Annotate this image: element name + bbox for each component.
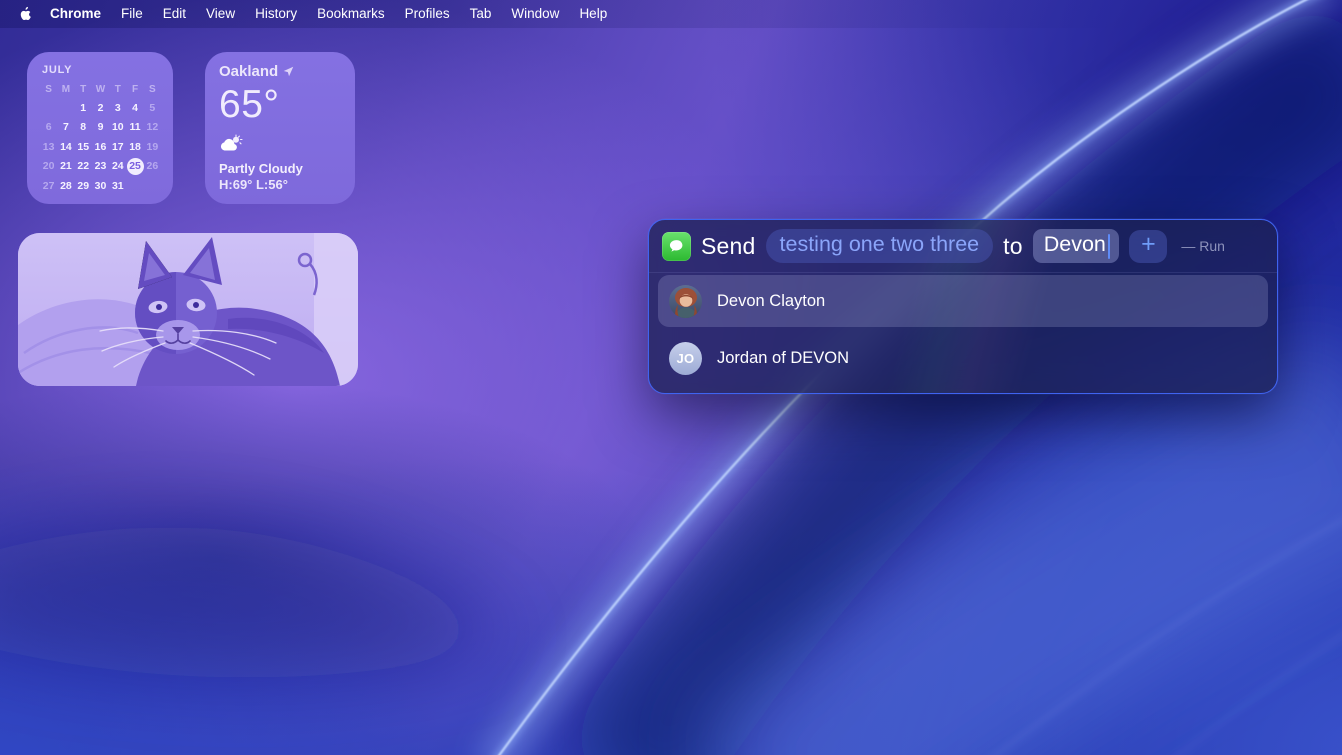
calendar-day: 11 [126,119,143,136]
calendar-day: 6 [40,119,57,136]
menu-item-window[interactable]: Window [501,0,569,28]
weather-condition: Partly Cloudy [219,161,342,176]
calendar-day: 12 [144,119,161,136]
calendar-day: 25 [127,158,144,175]
calendar-day: 29 [75,177,92,194]
menu-item-view[interactable]: View [196,0,245,28]
calendar-day: 19 [144,138,161,155]
menu-app-name[interactable]: Chrome [40,0,111,28]
calendar-day: 20 [40,158,57,175]
menu-item-file[interactable]: File [111,0,153,28]
connector-label: to [1003,233,1023,260]
suggestion-row-devon-clayton[interactable]: Devon Clayton [658,275,1268,327]
calendar-day: 13 [40,138,57,155]
apple-menu-icon[interactable] [10,6,40,22]
calendar-day: 31 [109,177,126,194]
calendar-day: 14 [57,138,74,155]
weather-widget[interactable]: Oakland 65° Partly Cloudy H:69° L:56° [205,52,355,204]
calendar-day: 3 [109,99,126,116]
calendar-day: 2 [92,99,109,116]
calendar-weekday-row: SMTWTFS [40,82,161,97]
menu-item-history[interactable]: History [245,0,307,28]
calendar-day: 26 [144,158,161,175]
calendar-day: 21 [57,158,74,175]
partly-cloudy-icon [219,134,342,158]
calendar-day: 23 [92,158,109,175]
shortcut-panel: Send testing one two three to Devon + — … [648,219,1278,394]
run-hint: — Run [1181,238,1225,254]
menu-item-edit[interactable]: Edit [153,0,196,28]
recipient-input[interactable]: Devon [1033,229,1120,263]
contact-avatar-initials: JO [669,342,702,375]
calendar-weekday-label: T [109,82,126,97]
calendar-weekday-label: S [144,82,161,97]
calendar-weekday-label: S [40,82,57,97]
calendar-day: 7 [57,119,74,136]
calendar-day-empty [126,177,143,194]
cat-photo [18,233,358,386]
calendar-weekday-label: W [92,82,109,97]
calendar-day: 17 [109,138,126,155]
calendar-day: 28 [57,177,74,194]
menu-item-bookmarks[interactable]: Bookmarks [307,0,395,28]
suggestion-list: Devon Clayton JO Jordan of DEVON [658,275,1268,383]
command-row: Send testing one two three to Devon + — … [649,220,1277,272]
weather-temperature: 65° [219,83,342,127]
calendar-day: 9 [92,119,109,136]
calendar-day-empty [144,177,161,194]
calendar-month-label: JULY [42,64,161,76]
panel-divider [649,272,1277,273]
suggestion-row-jordan-of-devon[interactable]: JO Jordan of DEVON [658,333,1268,383]
calendar-weekday-label: M [57,82,74,97]
add-recipient-button[interactable]: + [1129,230,1167,263]
suggestion-name: Devon Clayton [717,292,825,311]
weather-location-label: Oakland [219,63,278,80]
messages-app-icon [662,232,691,261]
calendar-day: 1 [75,99,92,116]
photo-widget[interactable] [18,233,358,386]
location-arrow-icon [283,66,294,77]
calendar-day-empty [40,99,57,116]
calendar-day-empty [57,99,74,116]
message-input[interactable]: testing one two three [766,229,994,263]
calendar-day: 15 [75,138,92,155]
suggestion-name: Jordan of DEVON [717,349,849,368]
menu-item-profiles[interactable]: Profiles [395,0,460,28]
contact-avatar-photo [669,285,702,318]
calendar-day: 22 [75,158,92,175]
calendar-day: 4 [126,99,143,116]
recipient-text: Devon [1044,232,1106,257]
calendar-day: 5 [144,99,161,116]
text-caret [1108,234,1111,259]
menu-bar: Chrome FileEditViewHistoryBookmarksProfi… [0,0,1342,28]
menu-item-help[interactable]: Help [569,0,617,28]
calendar-day: 24 [109,158,126,175]
menu-item-tab[interactable]: Tab [460,0,502,28]
calendar-widget[interactable]: JULY SMTWTFS 123456789101112131415161718… [27,52,173,204]
weather-high-low: H:69° L:56° [219,177,342,192]
calendar-day: 8 [75,119,92,136]
calendar-day: 18 [126,138,143,155]
calendar-day-grid: 1234567891011121314151617181920212223242… [40,99,161,194]
action-label: Send [701,233,756,260]
calendar-day: 10 [109,119,126,136]
calendar-day: 27 [40,177,57,194]
calendar-weekday-label: T [75,82,92,97]
calendar-day: 30 [92,177,109,194]
calendar-day: 16 [92,138,109,155]
calendar-weekday-label: F [126,82,143,97]
menu-items: FileEditViewHistoryBookmarksProfilesTabW… [111,0,617,28]
